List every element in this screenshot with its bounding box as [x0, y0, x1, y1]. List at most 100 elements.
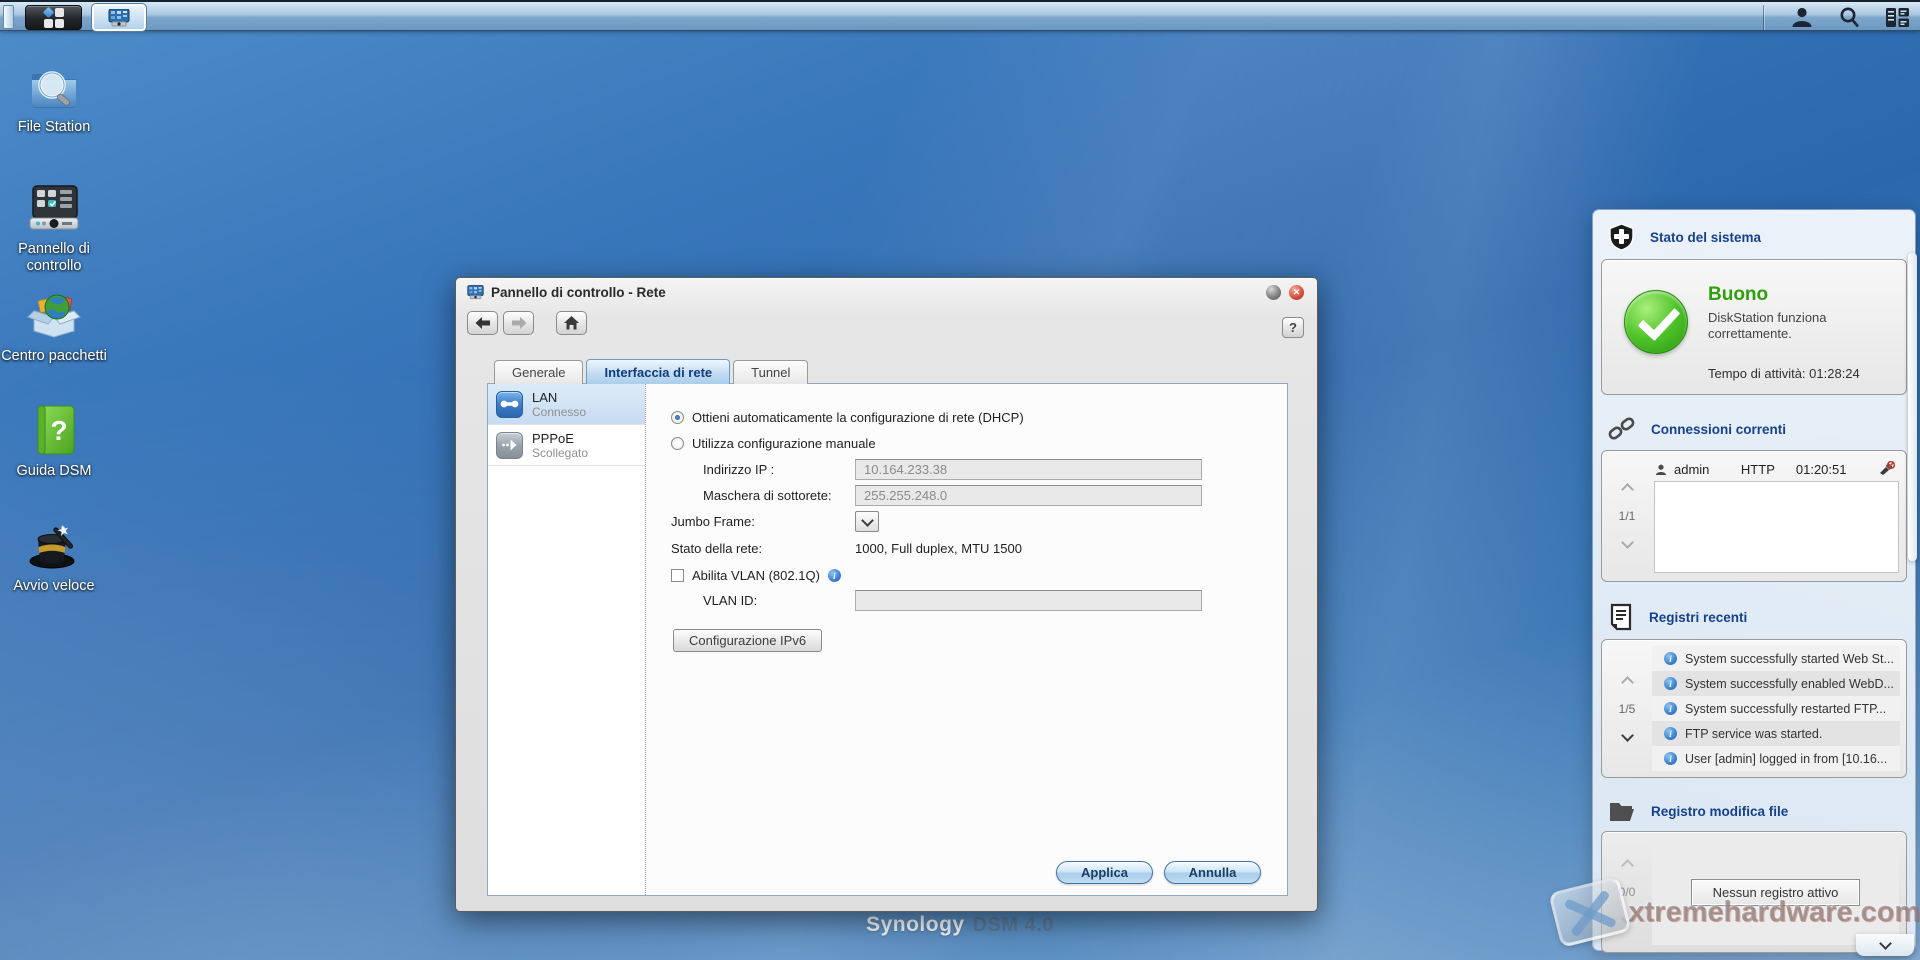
page-indicator: 0/0	[1619, 885, 1636, 899]
logs-header: Registri recenti	[1593, 590, 1915, 639]
cancel-button[interactable]: Annulla	[1164, 861, 1261, 884]
page-indicator: 1/1	[1619, 509, 1636, 523]
quick-start-icon	[26, 517, 82, 573]
vlan-checkbox[interactable]	[671, 569, 684, 582]
desktop-icon-package-center[interactable]: Centro pacchetti	[0, 287, 108, 365]
desktop-icon-control-panel[interactable]: Pannello di controllo	[0, 180, 108, 275]
desktop: File Station Pannello di controllo	[0, 0, 1920, 960]
desktop-icon-label: Guida DSM	[0, 463, 108, 480]
radio-dhcp-control[interactable]	[671, 411, 684, 424]
brand-version: DSM 4.0	[973, 914, 1054, 936]
log-row[interactable]: System successfully enabled WebD...	[1652, 671, 1900, 696]
window-titlebar[interactable]: Pannello di controllo - Rete	[467, 285, 666, 300]
ip-input[interactable]: 10.164.233.38	[855, 459, 1202, 480]
system-health-header: Stato del sistema	[1593, 210, 1915, 259]
subnet-mask-label: Maschera di sottorete:	[671, 488, 855, 503]
radio-dhcp[interactable]: Ottieni automaticamente la configurazion…	[671, 407, 1271, 428]
page-down-icon[interactable]	[1621, 536, 1634, 549]
page-down-icon[interactable]	[1621, 729, 1634, 742]
page-up-icon[interactable]	[1621, 676, 1634, 689]
user-small-icon	[1655, 464, 1667, 476]
logs-panel: 1/5 System successfully started Web St..…	[1601, 639, 1907, 778]
log-row[interactable]: System successfully started Web St...	[1652, 646, 1900, 671]
main-menu-icon	[44, 8, 64, 28]
widget-collapse-tab[interactable]	[1856, 934, 1914, 956]
search-icon[interactable]	[1838, 6, 1861, 29]
file-log-pagination: 0/0	[1602, 832, 1652, 952]
minimize-button[interactable]	[1266, 285, 1281, 300]
vlan-id-input[interactable]	[855, 590, 1202, 611]
page-indicator: 1/5	[1619, 702, 1636, 716]
radio-manual[interactable]: Utilizza configurazione manuale	[671, 433, 1271, 454]
back-button[interactable]	[467, 311, 498, 335]
pppoe-icon	[496, 432, 523, 459]
apply-button[interactable]: Applica	[1056, 861, 1153, 884]
connections-pagination: 1/1	[1602, 451, 1652, 581]
connection-protocol: HTTP	[1741, 462, 1775, 477]
page-up-icon[interactable]	[1621, 859, 1634, 872]
interface-item-lan[interactable]: LAN Connesso	[488, 384, 645, 425]
tab-bar: Generale Interfaccia di rete Tunnel	[494, 359, 811, 384]
tab-generale[interactable]: Generale	[494, 360, 583, 384]
lan-icon	[496, 391, 523, 418]
connection-row[interactable]: admin HTTP 01:20:51	[1652, 458, 1899, 481]
desktop-icon-label: File Station	[0, 119, 108, 136]
info-icon[interactable]	[828, 569, 841, 582]
forward-button[interactable]	[503, 311, 534, 335]
help-button[interactable]: ?	[1282, 317, 1304, 338]
log-row[interactable]: System successfully restarted FTP...	[1652, 696, 1900, 721]
log-row[interactable]: FTP service was started.	[1652, 721, 1900, 746]
jumbo-frame-select[interactable]	[855, 511, 879, 532]
desktop-icon-dsm-help[interactable]: ? Guida DSM	[0, 402, 108, 480]
page-down-icon[interactable]	[1621, 912, 1634, 925]
tab-tunnel[interactable]: Tunnel	[733, 360, 808, 384]
widget-title: Stato del sistema	[1650, 230, 1761, 245]
interface-status: Connesso	[532, 405, 586, 419]
health-description: DiskStation funziona correttamente.	[1708, 310, 1888, 343]
vlan-checkbox-row[interactable]: Abilita VLAN (802.1Q)	[671, 565, 1271, 586]
svg-text:?: ?	[50, 415, 67, 446]
vlan-id-label: VLAN ID:	[671, 593, 855, 608]
ip-label: Indirizzo IP :	[671, 462, 855, 477]
desktop-icon-label: Centro pacchetti	[0, 348, 108, 365]
window-toolbar	[467, 311, 587, 335]
desktop-icon-quick-start[interactable]: Avvio veloce	[0, 517, 108, 595]
main-menu-button[interactable]	[25, 5, 82, 30]
control-panel-icon	[108, 9, 130, 27]
show-desktop-button[interactable]	[3, 5, 14, 29]
ipv6-config-button[interactable]: Configurazione IPv6	[673, 629, 822, 652]
forward-arrow-icon	[511, 317, 527, 329]
tab-content: LAN Connesso PPPoE Scollegato	[487, 383, 1288, 896]
desktop-icon-file-station[interactable]: File Station	[0, 58, 108, 136]
logs-pagination: 1/5	[1602, 640, 1652, 777]
window-icon	[467, 285, 484, 300]
log-row[interactable]: User [admin] logged in from [10.16...	[1652, 746, 1900, 771]
user-icon[interactable]	[1790, 6, 1814, 29]
window-footer: Applica Annulla	[1056, 861, 1261, 884]
widget-title: Connessioni correnti	[1651, 422, 1786, 437]
tab-interfaccia-di-rete[interactable]: Interfaccia di rete	[586, 359, 730, 384]
close-button[interactable]	[1289, 285, 1304, 300]
connection-time: 01:20:51	[1796, 462, 1847, 477]
home-icon	[564, 316, 579, 330]
interface-name: PPPoE	[532, 431, 588, 446]
interface-list: LAN Connesso PPPoE Scollegato	[488, 384, 646, 895]
file-log-header: Registro modifica file	[1593, 786, 1915, 831]
radio-manual-control[interactable]	[671, 437, 684, 450]
widget-title: Registro modifica file	[1651, 804, 1788, 819]
connections-header: Connessioni correnti	[1593, 403, 1915, 450]
widget-scrollbar[interactable]	[1908, 253, 1917, 561]
folder-open-icon	[1608, 799, 1636, 823]
file-station-icon	[26, 58, 82, 114]
disconnect-icon[interactable]	[1878, 461, 1895, 478]
interface-item-pppoe[interactable]: PPPoE Scollegato	[488, 425, 645, 466]
subnet-mask-input[interactable]: 255.255.248.0	[855, 485, 1202, 506]
connections-panel: 1/1 admin HTTP 01:20:51	[1601, 450, 1907, 582]
page-up-icon[interactable]	[1621, 483, 1634, 496]
pilot-view-icon[interactable]	[1885, 7, 1910, 28]
home-button[interactable]	[556, 311, 587, 335]
desktop-icon-label: Avvio veloce	[0, 578, 108, 595]
info-icon	[1664, 702, 1677, 715]
taskbar-item-control-panel[interactable]	[92, 4, 146, 31]
taskbar-divider	[1763, 5, 1764, 30]
